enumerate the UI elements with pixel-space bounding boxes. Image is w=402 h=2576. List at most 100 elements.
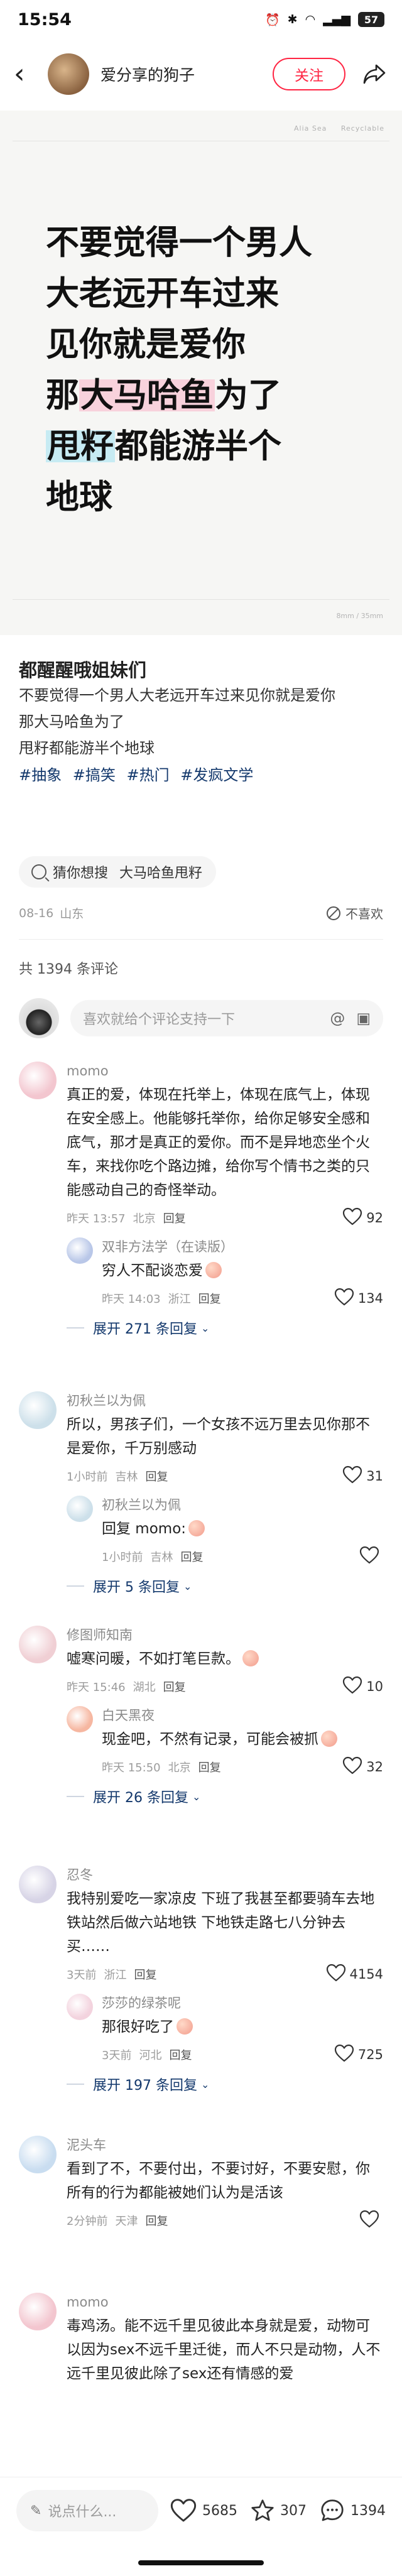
bottom-comment-input[interactable]: ✎ 说点什么... (16, 2490, 158, 2531)
commenter-name[interactable]: 初秋兰以为佩 (102, 1496, 383, 1514)
comment-text[interactable]: 真正的爱，体现在托举上，体现在底气上，体现在安全感上。他能够托举你，给你足够安全… (67, 1083, 383, 1202)
expand-replies-button[interactable]: 展开 5 条回复 ⌄ (67, 1576, 383, 1596)
comment-total: 1394 (350, 2503, 386, 2519)
reply-button[interactable]: 回复 (180, 1548, 203, 1565)
reply-button[interactable]: 回复 (145, 1468, 168, 1484)
comment-like-count: 725 (357, 2047, 383, 2062)
image-headline: 不要觉得一个男人 大老远开车过来 见你就是爱你 那大马哈鱼为了 甩籽都能游半个 地球 (46, 217, 372, 523)
commenter-avatar[interactable] (19, 1391, 57, 1429)
comment-like-button[interactable]: 92 (342, 1207, 383, 1229)
hashtag[interactable]: #搞笑 (73, 766, 116, 784)
expand-replies-button[interactable]: 展开 197 条回复 ⌄ (67, 2074, 383, 2094)
comment-meta: 3天前 河北 回复 725 (102, 2044, 383, 2065)
commenter-name[interactable]: 白天黑夜 (102, 1706, 383, 1725)
guess-search-chip[interactable]: 猜你想搜 大马哈鱼甩籽 (19, 856, 217, 888)
expand-label: 展开 5 条回复 (93, 1580, 180, 1595)
comment-time: 昨天 14:03 (102, 1293, 161, 1306)
post-line: 不要觉得一个男人大老远开车过来见你就是爱你 (19, 687, 335, 704)
share-icon[interactable] (361, 60, 388, 88)
headline-text: 地球 (46, 478, 112, 516)
comment-like-button[interactable] (359, 2210, 383, 2232)
commenter-name[interactable]: momo (67, 1062, 383, 1080)
comment-button[interactable]: 1394 (319, 2498, 386, 2523)
comment-meta: 昨天 15:50 北京 回复 32 (102, 1756, 383, 1778)
commenter-avatar[interactable] (67, 1496, 93, 1522)
comment-row: momo 毒鸡汤。能不远千里见彼此本身就是爱，动物可以因为sex不远千里迁徙，而人… (19, 2293, 383, 2386)
comment-text-body: 穷人不配谈恋爱 (102, 1263, 203, 1279)
comment-like-button[interactable]: 4154 (326, 1964, 383, 1986)
expand-replies-button[interactable]: 展开 271 条回复 ⌄ (67, 1318, 383, 1338)
my-avatar (19, 998, 59, 1038)
comment-input[interactable]: 喜欢就给个评论支持一下 @ ▣ (70, 1000, 383, 1036)
comment-like-button[interactable]: 32 (342, 1756, 383, 1778)
commenter-avatar[interactable] (19, 1062, 57, 1099)
like-count: 5685 (202, 2503, 237, 2519)
guess-label: 猜你想搜 (53, 866, 109, 881)
commenter-name[interactable]: 修图师知南 (67, 1626, 383, 1644)
emoji-icon (188, 1520, 205, 1536)
comment-text[interactable]: 看到了不，不要付出，不要讨好，不要安慰，你所有的行为都能被她们认为是活该 (67, 2157, 383, 2205)
commenter-avatar[interactable] (19, 2136, 57, 2173)
commenter-name[interactable]: 初秋兰以为佩 (67, 1391, 383, 1410)
like-button[interactable]: 5685 (170, 2498, 237, 2523)
expand-replies-button[interactable]: 展开 26 条回复 ⌄ (67, 1786, 383, 1807)
comment-like-button[interactable]: 10 (342, 1676, 383, 1698)
commenter-name[interactable]: 双非方法学（在读版） (102, 1237, 383, 1256)
commenter-avatar[interactable] (67, 1994, 93, 2020)
reply-button[interactable]: 回复 (163, 1678, 186, 1695)
comment-like-button[interactable] (359, 1546, 383, 1568)
commenter-name[interactable]: 莎莎的绿茶呢 (102, 1994, 383, 2013)
author-avatar[interactable] (48, 53, 89, 95)
comment-text[interactable]: 嘘寒问暖，不如打笔巨款。 (67, 1647, 383, 1671)
reply-button[interactable]: 回复 (163, 1210, 186, 1226)
comment-like-button[interactable]: 725 (334, 2044, 383, 2066)
image-icon[interactable]: ▣ (356, 1009, 371, 1027)
comment-text[interactable]: 毒鸡汤。能不远千里见彼此本身就是爱，动物可以因为sex不远千里迁徙，而人不只是动… (67, 2314, 383, 2386)
hashtag[interactable]: #热门 (127, 766, 170, 784)
comment-content: 修图师知南 嘘寒问暖，不如打笔巨款。 昨天 15:46 湖北 回复 10 (67, 1626, 383, 1697)
commenter-name[interactable]: 泥头车 (67, 2136, 383, 2155)
reply-button[interactable]: 回复 (198, 1290, 221, 1307)
comment-text[interactable]: 我特别爱吃一家凉皮 下班了我甚至都要骑车去地铁站然后做六站地铁 下地铁走路七八分… (67, 1887, 383, 1959)
post-tags: #抽象 #搞笑 #热门 #发疯文学 (19, 761, 383, 789)
comment-like-button[interactable]: 31 (342, 1465, 383, 1487)
collect-button[interactable]: 307 (250, 2498, 307, 2523)
commenter-avatar[interactable] (19, 1626, 57, 1663)
back-icon[interactable]: ‹ (14, 60, 39, 88)
commenter-avatar[interactable] (19, 1866, 57, 1903)
reply-button[interactable]: 回复 (169, 2046, 192, 2063)
reply-button[interactable]: 回复 (145, 2212, 168, 2229)
divider (19, 939, 383, 940)
mention-icon[interactable]: @ (330, 1009, 345, 1027)
comment-text[interactable]: 现金吧，不然有记录，可能会被抓 (102, 1727, 383, 1751)
author-name[interactable]: 爱分享的狗子 (100, 63, 195, 85)
headline-line: 那大马哈鱼为了 (46, 370, 372, 421)
bottom-bar: ✎ 说点什么... 5685 307 1394 (0, 2477, 402, 2576)
dislike-button[interactable]: 不喜欢 (327, 904, 383, 922)
follow-button[interactable]: 关注 (273, 58, 345, 90)
reply-button[interactable]: 回复 (134, 1966, 156, 1982)
status-time: 15:54 (18, 9, 72, 30)
comment-time: 昨天 13:57 (67, 1212, 126, 1226)
comment-text[interactable]: 那很好吃了 (102, 2015, 383, 2039)
comment-time: 3天前 (102, 2049, 132, 2062)
hashtag[interactable]: #发疯文学 (180, 766, 253, 784)
comment-location: 天津 (115, 2215, 138, 2228)
comment: momo 真正的爱，体现在托举上，体现在底气上，体现在安全感上。他能够托举你，给你… (19, 1062, 383, 1338)
commenter-name[interactable]: momo (67, 2293, 383, 2312)
reply-button[interactable]: 回复 (198, 1759, 221, 1775)
chevron-down-icon: ⌄ (183, 1580, 192, 1592)
comment-text[interactable]: 所以，男孩子们，一个女孩不远万里去见你那不是爱你，千万别感动 (67, 1413, 383, 1460)
comment-text[interactable]: 穷人不配谈恋爱 (102, 1259, 383, 1283)
post-image[interactable]: Alia Sea Recyclable 不要觉得一个男人 大老远开车过来 见你就是爱… (0, 111, 402, 635)
post-title: 都醒醒哦姐妹们 (19, 660, 147, 681)
comment-like-button[interactable]: 134 (334, 1288, 383, 1310)
comment-text[interactable]: 回复 momo: (102, 1517, 383, 1541)
commenter-name[interactable]: 忍冬 (67, 1866, 383, 1884)
commenter-avatar[interactable] (67, 1237, 93, 1264)
commenter-avatar[interactable] (19, 2293, 57, 2330)
guess-keyword: 大马哈鱼甩籽 (119, 866, 203, 881)
hashtag[interactable]: #抽象 (19, 766, 62, 784)
comment-meta: 1小时前 吉林 回复 31 (67, 1465, 383, 1487)
commenter-avatar[interactable] (67, 1706, 93, 1732)
